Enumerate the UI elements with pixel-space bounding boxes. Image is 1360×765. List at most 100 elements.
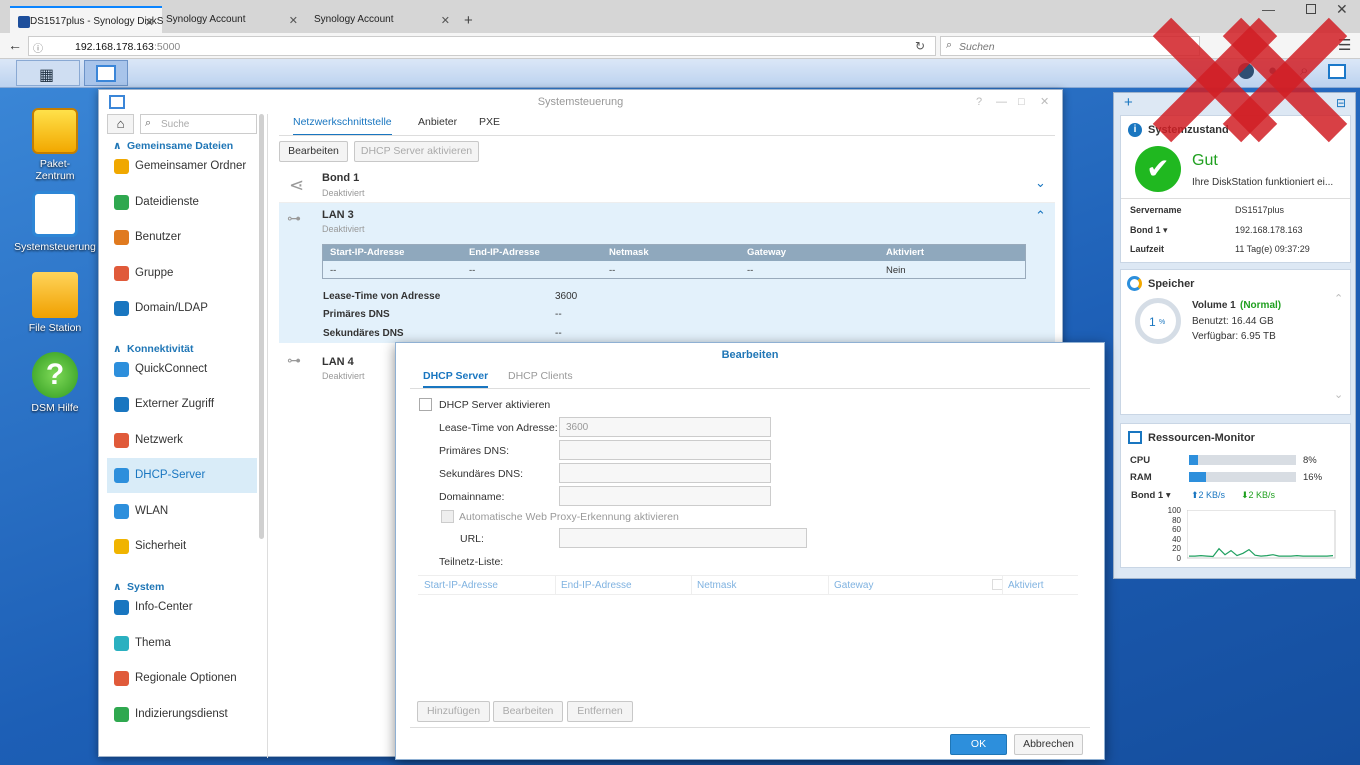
browser-tab[interactable]: Synology Account ✕ [306,6,458,33]
edit-subnet-button[interactable]: Bearbeiten [493,701,563,722]
sidebar-item-benutzer[interactable]: Benutzer [107,220,257,255]
chat-icon[interactable] [1238,63,1254,79]
network-icon [114,433,129,448]
grid-column-header[interactable]: Gateway [834,580,873,591]
ok-button[interactable]: OK [950,734,1007,755]
close-icon[interactable]: ✕ [145,16,154,29]
interface-row-bond1[interactable]: ⋖ Bond 1 Deaktiviert ⌄ [279,167,1055,203]
widgets-icon[interactable] [1328,64,1346,79]
close-window-icon[interactable]: ✕ [1336,1,1348,18]
maximize-icon[interactable] [1306,4,1316,14]
tab-dhcp-server[interactable]: DHCP Server [423,370,489,388]
browser-tab[interactable]: Synology Account ✕ [158,6,306,33]
help-icon[interactable]: ? [976,90,982,114]
tab-network-interface[interactable]: Netzwerkschnittstelle [293,116,392,136]
widget-storage: Speicher 1 % Volume 1 (Normal) Benutzt: … [1120,269,1351,415]
tab-provider[interactable]: Anbieter [418,116,457,140]
window-title-bar[interactable]: Systemsteuerung ? — □ ✕ [99,90,1062,114]
field-input[interactable] [559,440,771,460]
section-system[interactable]: System [107,581,257,593]
info-icon[interactable]: ⓘ [33,40,43,55]
back-icon[interactable]: ← [8,37,22,53]
divider [410,727,1090,728]
chevron-up-icon[interactable]: ⌃ [1035,208,1046,224]
taskbar-control-panel[interactable] [84,60,128,86]
field-input[interactable] [559,463,771,483]
desktop-icon-file-station[interactable]: File Station [10,272,100,334]
cancel-button[interactable]: Abbrechen [1014,734,1083,755]
sidebar-item-netzwerk[interactable]: Netzwerk [107,423,257,458]
detail-value: 3600 [555,291,578,302]
sidebar-item-info-center[interactable]: Info-Center [107,590,257,625]
sidebar-item-dhcp-server[interactable]: DHCP-Server [107,458,257,493]
sidebar-item-regionale-optionen[interactable]: Regionale Optionen [107,661,257,696]
chevron-down-icon[interactable]: ⌄ [1035,175,1046,191]
desktop-icon-control-panel[interactable]: Systemsteuerung [10,191,100,253]
row-key[interactable]: Bond 1 ▾ [1130,225,1168,236]
interface-row-lan3[interactable]: ⊶ LAN 3 Deaktiviert ⌃ Start-IP-Adresse En… [279,203,1055,343]
sidebar-item-label: Externer Zugriff [135,398,215,410]
proxy-checkbox[interactable] [441,510,454,523]
tab-pxe[interactable]: PXE [479,116,500,140]
sidebar-scrollbar[interactable] [259,114,264,539]
home-button[interactable]: ⌂ [107,114,134,134]
reload-icon[interactable]: ↻ [915,39,925,53]
sidebar-item-thema[interactable]: Thema [107,626,257,661]
tab-dhcp-clients[interactable]: DHCP Clients [508,370,573,382]
browser-search-input[interactable]: ⌕ Suchen [940,36,1200,56]
url-field[interactable]: ⓘ 192.168.178.163 :5000 ↻ [28,36,936,56]
grid-column-header[interactable]: Netmask [697,580,736,591]
url-port: :5000 [154,41,181,53]
menu-icon[interactable]: ☰ [1338,36,1351,54]
sidebar-item-sicherheit[interactable]: Sicherheit [107,529,257,564]
url-input[interactable] [559,528,807,548]
sidebar-item-indizierungsdienst[interactable]: Indizierungsdienst [107,697,257,732]
enable-dhcp-checkbox[interactable] [419,398,432,411]
sidebar-item-wlan[interactable]: WLAN [107,494,257,529]
sidebar-item-dateidienste[interactable]: Dateidienste [107,185,257,220]
chevron-up-icon[interactable]: ⌃ [1334,292,1343,305]
file-services-icon [114,195,129,210]
desktop-icon-dsm-help[interactable]: ? DSM Hilfe [10,352,100,414]
grid-column-header[interactable]: Start-IP-Adresse [424,580,498,591]
close-icon[interactable]: ✕ [289,14,298,27]
dialog-title[interactable]: Bearbeiten [396,343,1104,367]
sidebar-item-gemeinsamer-ordner[interactable]: Gemeinsamer Ordner [107,149,257,184]
maximize-icon[interactable]: □ [1018,90,1025,114]
minimize-icon[interactable]: — [1262,2,1275,17]
close-icon[interactable]: ✕ [1040,90,1049,114]
field-input[interactable]: 3600 [559,417,771,437]
field-label: Sekundäres DNS: [439,468,524,480]
search-icon[interactable]: ⌕ [1300,62,1308,79]
main-menu-button[interactable]: ▦ [16,60,80,86]
add-button[interactable]: Hinzufügen [417,701,490,722]
section-connectivity[interactable]: Konnektivität [107,343,257,355]
user-icon[interactable]: ● [1268,62,1277,79]
browser-tab-active[interactable]: DS1517plus - Synology DiskS ✕ [10,6,164,33]
close-icon[interactable]: ✕ [441,14,450,27]
minimize-icon[interactable]: — [996,90,1007,114]
health-message: Ihre DiskStation funktioniert ei... [1192,177,1334,188]
chevron-down-icon[interactable]: ⌄ [1334,388,1343,401]
pin-icon[interactable]: ⊟ [1336,96,1346,110]
grid-column-header[interactable]: Aktiviert [1008,580,1044,591]
desktop-icon-package-center[interactable]: Paket- Zentrum [10,108,100,182]
column-divider [1002,576,1003,594]
sidebar-item-label: Indizierungsdienst [135,708,228,720]
tab-title: DS1517plus - Synology DiskS [30,16,164,27]
net-interface-label[interactable]: Bond 1 ▾ [1131,490,1171,501]
add-widget-icon[interactable]: + [1124,94,1133,111]
new-tab-icon[interactable]: + [464,12,473,29]
sidebar-item-externer-zugriff[interactable]: Externer Zugriff [107,387,257,422]
remove-button[interactable]: Entfernen [567,701,633,722]
sidebar-item-quickconnect[interactable]: QuickConnect [107,352,257,387]
enable-dhcp-button[interactable]: DHCP Server aktivieren [354,141,479,162]
field-input[interactable] [559,486,771,506]
sidebar-item-gruppe[interactable]: Gruppe [107,256,257,291]
edit-button[interactable]: Bearbeiten [279,141,348,162]
tab-title: Synology Account [314,14,394,25]
sidebar-item-domain-ldap[interactable]: Domain/LDAP [107,291,257,326]
sidebar-search-input[interactable]: ⌕ Suche [140,114,257,134]
grid-column-header[interactable]: End-IP-Adresse [561,580,632,591]
palette-icon [114,636,129,651]
